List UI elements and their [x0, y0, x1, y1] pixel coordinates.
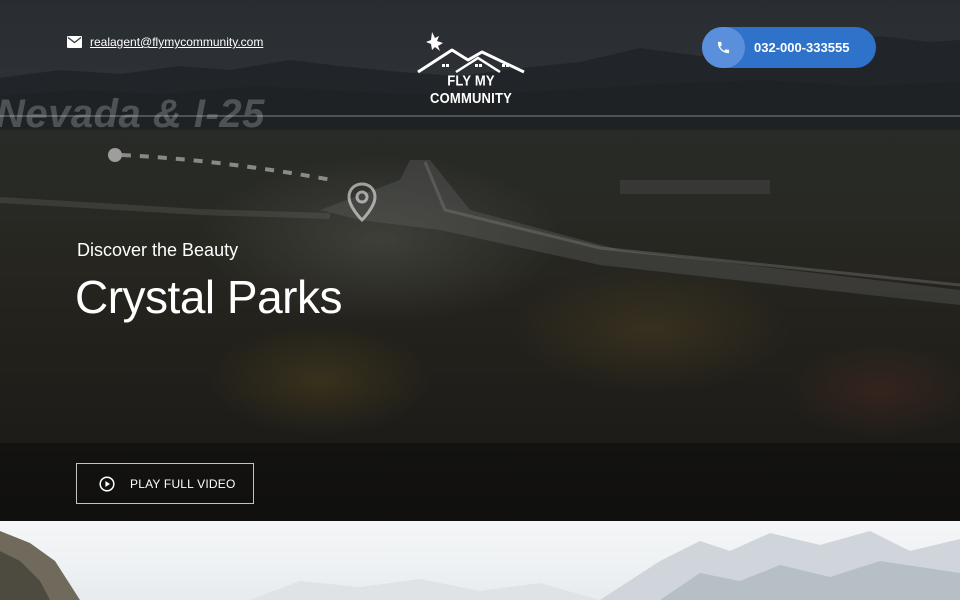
header-divider	[0, 115, 960, 117]
phone-button[interactable]: 032-000-333555	[702, 27, 876, 68]
next-section-image	[0, 521, 960, 600]
play-full-video-button[interactable]: PLAY FULL VIDEO	[76, 463, 254, 504]
logo-text: FLY MY COMMUNITY	[430, 71, 512, 107]
logo-graphic	[417, 32, 525, 74]
phone-icon	[717, 41, 730, 54]
video-button-label: PLAY FULL VIDEO	[130, 476, 236, 491]
phone-icon-circle	[702, 27, 745, 68]
email-link[interactable]: realagent@flymycommunity.com	[67, 35, 263, 49]
phone-number: 032-000-333555	[754, 40, 850, 55]
site-logo[interactable]: FLY MY COMMUNITY	[412, 30, 530, 106]
email-text[interactable]: realagent@flymycommunity.com	[90, 35, 263, 49]
hero-subtitle: Discover the Beauty	[77, 240, 239, 260]
play-circle-icon	[99, 475, 115, 492]
map-pin-icon	[347, 182, 377, 223]
route-start-dot	[108, 148, 122, 162]
hero-title: Crystal Parks	[75, 271, 342, 323]
envelope-icon	[67, 36, 82, 48]
route-line	[122, 153, 332, 182]
mountain-photo	[0, 531, 960, 600]
